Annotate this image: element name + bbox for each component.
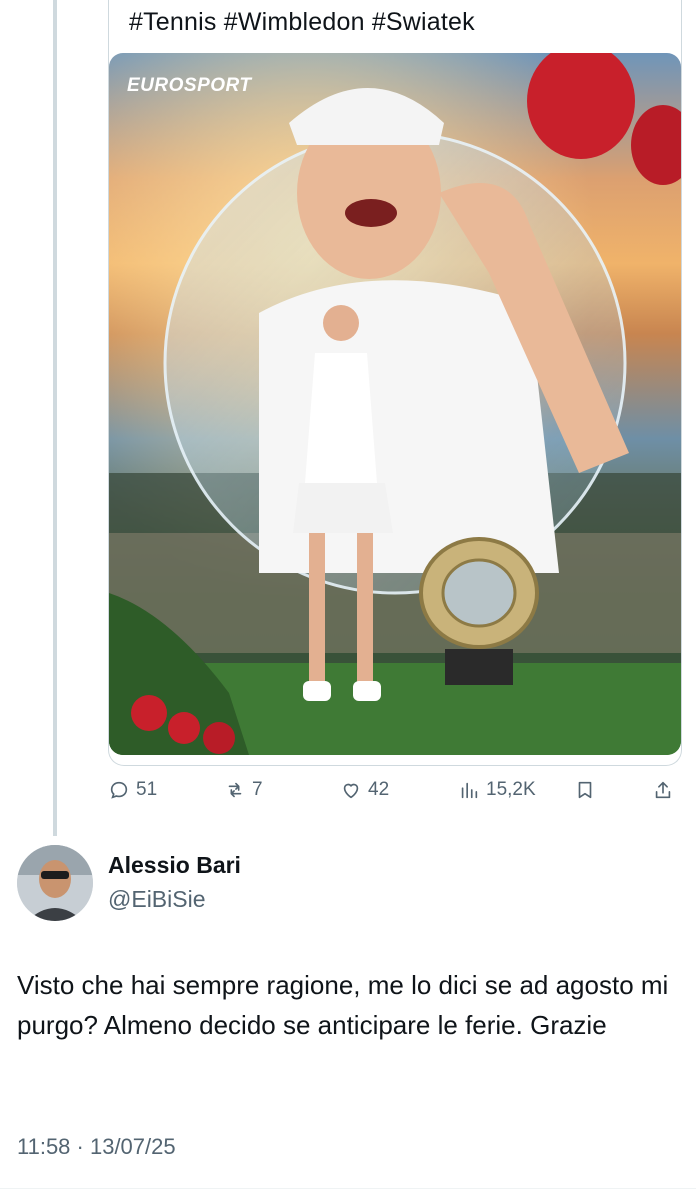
quoted-post-card[interactable]: #Tennis #Wimbledon #Swiatek EUROSPORT [108, 0, 682, 766]
reply-button[interactable]: 51 [108, 778, 157, 802]
like-button[interactable]: 42 [340, 778, 389, 802]
share-button[interactable] [652, 778, 674, 802]
like-count: 42 [368, 779, 390, 800]
tweet-timestamp[interactable]: 11:58 · 13/07/25 [17, 1134, 176, 1160]
divider [0, 1188, 696, 1189]
post-image[interactable]: EUROSPORT [109, 53, 681, 755]
bookmark-icon [578, 781, 592, 799]
thread-connector-line [53, 0, 57, 836]
author-handle[interactable]: @EiBiSie [108, 886, 206, 913]
avatar[interactable] [17, 845, 93, 921]
repost-button[interactable]: 7 [224, 778, 263, 802]
author-name[interactable]: Alessio Bari [108, 852, 241, 879]
tweet-text: Visto che hai sempre ragione, me lo dici… [17, 970, 669, 1040]
views-count: 15,2K [486, 779, 536, 800]
wimbledon-champion-artwork [109, 53, 681, 755]
reply-icon [110, 781, 128, 799]
post-action-bar: 51 7 42 15,2K [108, 778, 688, 802]
views-icon [461, 782, 478, 799]
reply-count: 51 [136, 779, 158, 800]
repost-count: 7 [252, 779, 263, 800]
eurosport-logo: EUROSPORT [127, 75, 252, 96]
avatar-photo [17, 845, 93, 921]
views-button[interactable]: 15,2K [458, 778, 536, 802]
repost-icon [228, 782, 242, 798]
bookmark-button[interactable] [574, 778, 596, 802]
like-icon [343, 783, 359, 799]
share-icon [655, 781, 671, 799]
post-hashtags[interactable]: #Tennis #Wimbledon #Swiatek [129, 8, 475, 37]
